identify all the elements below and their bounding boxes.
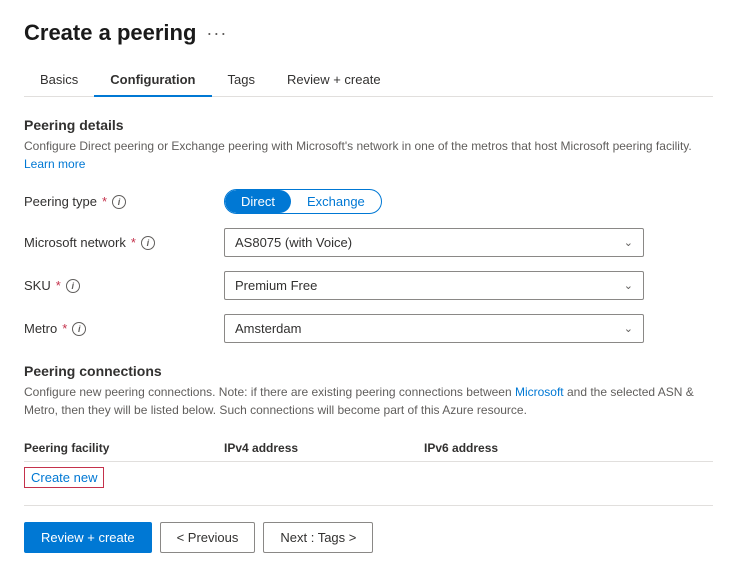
metro-label: Metro * i [24,321,224,336]
create-new-row: Create new [24,470,713,485]
microsoft-link[interactable]: Microsoft [515,385,564,399]
tab-bar: Basics Configuration Tags Review + creat… [24,64,713,97]
bottom-divider [24,505,713,506]
peering-type-info-icon[interactable]: i [112,195,126,209]
required-star-4: * [62,321,67,336]
col-header-ipv4: IPv4 address [224,441,424,455]
peering-details-title: Peering details [24,117,713,133]
next-button[interactable]: Next : Tags > [263,522,373,553]
tab-basics[interactable]: Basics [24,64,94,97]
bottom-bar: Review + create < Previous Next : Tags > [24,522,713,553]
tab-review-create[interactable]: Review + create [271,64,397,97]
learn-more-link[interactable]: Learn more [24,157,85,171]
required-star: * [102,194,107,209]
microsoft-network-chevron-icon: ⌄ [624,236,633,249]
sku-chevron-icon: ⌄ [624,279,633,292]
metro-row: Metro * i Amsterdam ⌄ [24,314,713,343]
sku-dropdown-wrapper: Premium Free ⌄ [224,271,644,300]
metro-info-icon[interactable]: i [72,322,86,336]
microsoft-network-value: AS8075 (with Voice) [235,235,352,250]
microsoft-network-label: Microsoft network * i [24,235,224,250]
review-create-button[interactable]: Review + create [24,522,152,553]
table-header: Peering facility IPv4 address IPv6 addre… [24,433,713,462]
page-title: Create a peering [24,20,196,46]
metro-dropdown-wrapper: Amsterdam ⌄ [224,314,644,343]
metro-chevron-icon: ⌄ [624,322,633,335]
metro-value: Amsterdam [235,321,301,336]
microsoft-network-dropdown-wrapper: AS8075 (with Voice) ⌄ [224,228,644,257]
sku-label: SKU * i [24,278,224,293]
peering-type-toggle: Direct Exchange [224,189,644,214]
col-header-ipv6: IPv6 address [424,441,624,455]
required-star-3: * [56,278,61,293]
sku-info-icon[interactable]: i [66,279,80,293]
microsoft-network-dropdown[interactable]: AS8075 (with Voice) ⌄ [224,228,644,257]
col-header-facility: Peering facility [24,441,224,455]
metro-dropdown[interactable]: Amsterdam ⌄ [224,314,644,343]
peering-type-row: Peering type * i Direct Exchange [24,189,713,214]
microsoft-network-info-icon[interactable]: i [141,236,155,250]
tab-configuration[interactable]: Configuration [94,64,211,97]
peering-connections-desc: Configure new peering connections. Note:… [24,383,713,419]
toggle-direct[interactable]: Direct [225,190,291,213]
peering-type-label: Peering type * i [24,194,224,209]
peering-connections-section: Peering connections Configure new peerin… [24,363,713,485]
microsoft-network-row: Microsoft network * i AS8075 (with Voice… [24,228,713,257]
required-star-2: * [131,235,136,250]
toggle-exchange[interactable]: Exchange [291,190,381,213]
ellipsis-menu-icon[interactable]: ··· [206,23,227,44]
peering-connections-title: Peering connections [24,363,713,379]
peering-details-desc: Configure Direct peering or Exchange pee… [24,137,713,173]
tab-tags[interactable]: Tags [212,64,271,97]
sku-dropdown[interactable]: Premium Free ⌄ [224,271,644,300]
sku-value: Premium Free [235,278,317,293]
previous-button[interactable]: < Previous [160,522,256,553]
sku-row: SKU * i Premium Free ⌄ [24,271,713,300]
create-new-link[interactable]: Create new [24,467,104,488]
